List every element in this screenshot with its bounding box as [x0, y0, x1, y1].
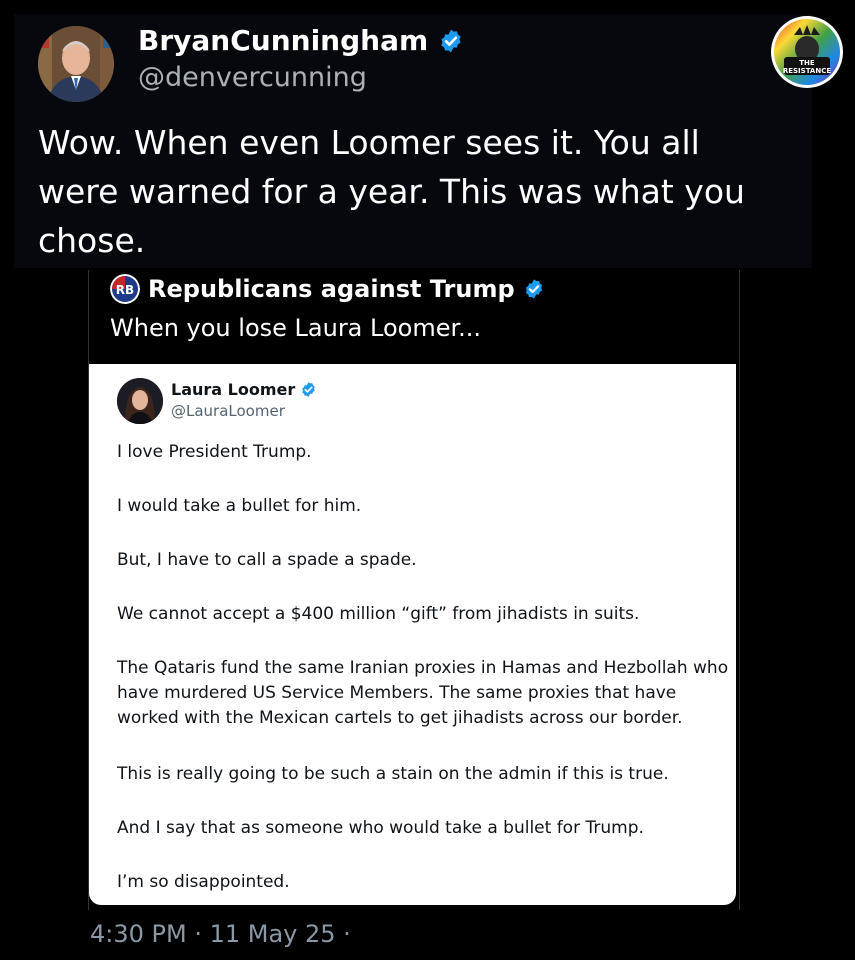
embedded-paragraph: worked with the Mexican cartels to get j… [117, 708, 683, 728]
quoted-author[interactable]: RB Republicans against Trump [110, 274, 545, 304]
embedded-paragraph: But, I have to call a spade a spade. [117, 550, 417, 570]
verified-badge-icon [441, 29, 461, 52]
republicans-against-trump-avatar: RB [110, 274, 140, 304]
embedded-paragraph: This is really going to be such a stain … [117, 764, 669, 784]
embedded-paragraph: We cannot accept a $400 million “gift” f… [117, 604, 640, 624]
embedded-author-handle: @LauraLoomer [171, 402, 285, 420]
tweet-timestamp[interactable]: 4:30 PM · 11 May 25 · [90, 920, 351, 948]
embedded-author-avatar [117, 378, 163, 424]
tweet-text: Wow. When even Loomer sees it. You all w… [38, 123, 745, 260]
embedded-paragraph: I would take a bullet for him. [117, 496, 362, 516]
logo-line-2: RESISTANCE [782, 67, 832, 75]
rat-icon-text: RB [116, 283, 134, 297]
embedded-paragraph: The Qataris fund the same Iranian proxie… [117, 658, 729, 678]
author-name-text: BryanCunningham [138, 24, 429, 57]
embedded-paragraph: And I say that as someone who would take… [117, 818, 644, 838]
embedded-author-name: Laura Loomer [171, 380, 317, 399]
quoted-tweet-text: When you lose Laura Loomer... [110, 314, 482, 342]
verified-badge-icon [525, 279, 542, 299]
quoted-author-name: Republicans against Trump [148, 275, 515, 303]
embedded-paragraph: have murdered US Service Members. The sa… [117, 683, 677, 703]
resistance-logo: THE RESISTANCE [770, 15, 844, 89]
embedded-paragraph: I love President Trump. [117, 442, 312, 462]
author-handle[interactable]: @denvercunning [138, 62, 367, 93]
logo-line-1: THE [799, 59, 815, 67]
author-avatar[interactable] [38, 26, 114, 102]
embedded-author-name-text: Laura Loomer [171, 380, 296, 399]
embedded-tweet-image[interactable]: Laura Loomer @LauraLoomer I love Preside… [89, 364, 736, 905]
verified-badge-icon [302, 382, 315, 397]
embedded-paragraph: I’m so disappointed. [117, 872, 290, 892]
author-name[interactable]: BryanCunningham [138, 24, 464, 57]
